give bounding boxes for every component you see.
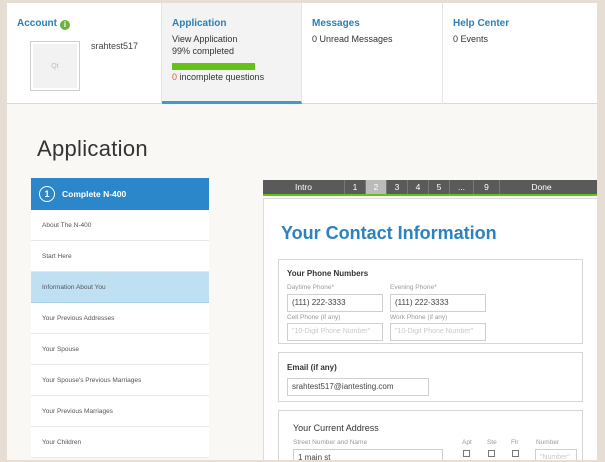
incomplete-questions: 0 incomplete questions xyxy=(172,72,291,82)
view-application-link[interactable]: View Application xyxy=(172,33,291,45)
sidebar-item-previous-marriages[interactable]: Your Previous Marriages xyxy=(31,396,209,427)
account-title[interactable]: Account i xyxy=(17,18,151,30)
page-title: Application xyxy=(37,136,148,161)
step-5[interactable]: 5 xyxy=(429,180,450,194)
events-count: 0 Events xyxy=(453,34,489,44)
street-label: Street Number and Name xyxy=(293,439,368,446)
flr-label: Flr xyxy=(511,439,519,446)
sidebar-item-about-n400[interactable]: About The N-400 xyxy=(31,210,209,241)
step-number-icon: 1 xyxy=(39,186,55,202)
form-heading: Your Contact Information xyxy=(281,223,497,243)
work-phone-input[interactable]: "10-Digit Phone Number" xyxy=(390,323,486,341)
phone-numbers-section: Your Phone Numbers Daytime Phone* (111) … xyxy=(278,259,583,344)
step-done[interactable]: Done xyxy=(500,180,583,194)
ste-checkbox[interactable] xyxy=(488,450,495,457)
phone-section-title: Your Phone Numbers xyxy=(287,269,369,278)
ste-label: Ste xyxy=(487,439,497,446)
sidebar-item-spouse-previous-marriages[interactable]: Your Spouse's Previous Marriages xyxy=(31,365,209,396)
sidebar: 1 Complete N-400 About The N-400 Start H… xyxy=(31,178,209,458)
flr-checkbox[interactable] xyxy=(512,450,519,457)
contact-form-panel: Your Contact Information Your Phone Numb… xyxy=(263,198,597,460)
sidebar-item-children[interactable]: Your Children xyxy=(31,427,209,458)
apt-checkbox[interactable] xyxy=(463,450,470,457)
completion-progress-bar xyxy=(172,63,255,70)
help-center-card[interactable]: Help Center 0 Events xyxy=(443,3,597,104)
step-ellipsis[interactable]: ... xyxy=(450,180,474,194)
sidebar-header[interactable]: 1 Complete N-400 xyxy=(31,178,209,210)
evening-phone-input[interactable]: (111) 222-3333 xyxy=(390,294,486,312)
apt-label: Apt xyxy=(462,439,472,446)
help-center-title[interactable]: Help Center xyxy=(453,18,587,29)
step-9[interactable]: 9 xyxy=(474,180,500,194)
completion-percent: 99% completed xyxy=(172,46,235,56)
sidebar-item-spouse[interactable]: Your Spouse xyxy=(31,334,209,365)
messages-card[interactable]: Messages 0 Unread Messages xyxy=(302,3,443,104)
current-address-section: Your Current Address Street Number and N… xyxy=(278,410,583,460)
email-label: Email (if any) xyxy=(287,363,337,372)
sidebar-item-previous-addresses[interactable]: Your Previous Addresses xyxy=(31,303,209,334)
sidebar-item-information-about-you[interactable]: Information About You xyxy=(31,272,209,303)
step-1[interactable]: 1 xyxy=(345,180,366,194)
username: srahtest517 xyxy=(91,41,139,51)
number-label: Number xyxy=(536,439,560,446)
incomplete-label: incomplete questions xyxy=(177,72,265,82)
app-frame: Account i Qt srahtest517 Application View… xyxy=(7,3,597,460)
daytime-phone-input[interactable]: (111) 222-3333 xyxy=(287,294,383,312)
sidebar-header-label: Complete N-400 xyxy=(62,189,127,199)
application-title[interactable]: Application xyxy=(172,18,291,29)
evening-phone-label: Evening Phone* xyxy=(390,284,437,291)
top-tab-strip: Account i Qt srahtest517 Application View… xyxy=(7,3,597,104)
messages-title[interactable]: Messages xyxy=(312,18,432,29)
unit-number-input[interactable]: "Number" xyxy=(535,449,577,460)
unread-messages: 0 Unread Messages xyxy=(312,34,393,44)
account-card: Account i Qt srahtest517 xyxy=(7,3,162,104)
avatar[interactable]: Qt xyxy=(30,41,80,91)
sidebar-item-start-here[interactable]: Start Here xyxy=(31,241,209,272)
step-4[interactable]: 4 xyxy=(408,180,429,194)
step-intro[interactable]: Intro xyxy=(263,180,345,194)
street-input[interactable]: 1 main st xyxy=(293,449,443,460)
account-title-text[interactable]: Account xyxy=(17,18,57,29)
step-2[interactable]: 2 xyxy=(366,180,387,194)
cell-phone-input[interactable]: "10-Digit Phone Number" xyxy=(287,323,383,341)
application-card[interactable]: Application View Application 99% complet… xyxy=(162,3,302,104)
email-section: Email (if any) srahtest517@iantesting.co… xyxy=(278,352,583,402)
cell-phone-label: Cell Phone (if any) xyxy=(287,314,341,321)
address-section-title: Your Current Address xyxy=(293,423,379,433)
work-phone-label: Work Phone (if any) xyxy=(390,314,448,321)
daytime-phone-label: Daytime Phone* xyxy=(287,284,334,291)
step-3[interactable]: 3 xyxy=(387,180,408,194)
step-navigator: Intro 1 2 3 4 5 ... 9 Done xyxy=(263,180,597,196)
info-icon[interactable]: i xyxy=(60,20,70,30)
email-input[interactable]: srahtest517@iantesting.com xyxy=(287,378,429,396)
